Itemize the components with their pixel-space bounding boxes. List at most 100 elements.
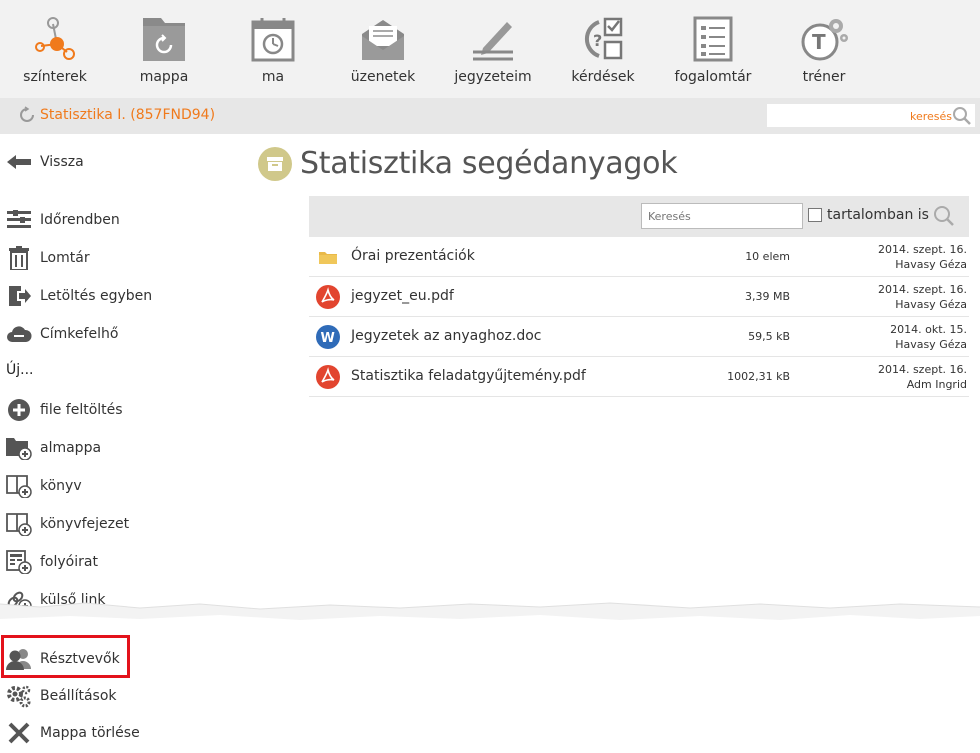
checklist-icon: ? <box>584 17 623 60</box>
nav-label: ma <box>261 69 285 85</box>
trash-icon <box>6 246 32 270</box>
sidebar-item-label: Időrendben <box>40 212 120 228</box>
sidebar-item-file-feltoltes[interactable]: file feltöltés <box>6 396 123 424</box>
sidebar-item-letoltes-egyben[interactable]: Letöltés egyben <box>6 282 152 310</box>
search-icon[interactable] <box>933 205 955 227</box>
close-icon <box>6 721 32 745</box>
file-date: 2014. szept. 16. <box>877 243 967 256</box>
file-owner: Havasy Géza <box>895 258 967 271</box>
nav-label: tréner <box>802 69 846 85</box>
sidebar-item-cimkefelho[interactable]: Címkefelhő <box>6 320 118 348</box>
nav-jegyzeteim[interactable]: jegyzeteim <box>438 0 548 98</box>
file-owner: Havasy Géza <box>895 298 967 311</box>
search-icon[interactable] <box>952 106 972 126</box>
trainer-icon: T <box>801 19 848 61</box>
file-date: 2014. szept. 16. <box>877 283 967 296</box>
folder-icon <box>143 18 185 61</box>
nav-label: mappa <box>139 69 189 85</box>
timeline-icon <box>6 208 32 232</box>
download-all-icon <box>6 284 32 308</box>
pdf-icon <box>316 365 340 389</box>
sidebar-item-label: Címkefelhő <box>40 326 119 342</box>
file-date: 2014. szept. 16. <box>877 363 967 376</box>
pdf-icon <box>316 285 340 309</box>
folder-add-icon <box>6 436 32 460</box>
breadcrumb-label: Statisztika I. (857FND94) <box>40 107 216 123</box>
file-name: jegyzet_eu.pdf <box>351 288 454 304</box>
nav-label: kérdések <box>571 69 635 85</box>
nav-uzenetek[interactable]: üzenetek <box>328 0 438 98</box>
word-icon: W <box>316 325 340 349</box>
sidebar-item-label: könyv <box>40 478 82 494</box>
nav-label: jegyzeteim <box>454 69 532 85</box>
refresh-icon <box>20 106 34 122</box>
nav-mappa[interactable]: mappa <box>109 0 219 98</box>
nav-szinterek[interactable]: színterek <box>0 0 110 98</box>
sidebar-item-folyoirat[interactable]: folyóirat <box>6 548 98 576</box>
new-heading: Új... <box>6 362 34 378</box>
top-navigation: színterek mappa ma üzenetek jegyzeteim ?… <box>0 0 980 98</box>
sidebar-item-idorendben[interactable]: Időrendben <box>6 206 120 234</box>
page-title: Statisztika segédanyagok <box>300 146 678 181</box>
nav-trener[interactable]: T tréner <box>769 0 879 98</box>
table-row[interactable]: jegyzet_eu.pdf 3,39 MB 2014. szept. 16. … <box>309 277 969 317</box>
pencil-icon <box>473 22 513 61</box>
glossary-icon <box>693 16 733 62</box>
breadcrumb[interactable]: Statisztika I. (857FND94) <box>18 106 215 124</box>
sidebar-item-label: file feltöltés <box>40 402 123 418</box>
users-icon <box>6 647 32 671</box>
top-search-input[interactable] <box>772 107 952 125</box>
file-search-input[interactable] <box>641 203 803 229</box>
sidebar-item-beallitasok[interactable]: Beállítások <box>6 682 117 710</box>
gears-icon <box>6 684 32 708</box>
folder-icon <box>319 252 337 264</box>
sidebar-item-label: Lomtár <box>40 250 90 266</box>
file-toolbar: tartalomban is <box>309 196 969 237</box>
file-size: 59,5 kB <box>748 330 790 343</box>
sidebar-item-label: Beállítások <box>40 688 117 704</box>
sidebar-item-lomtar[interactable]: Lomtár <box>6 244 90 272</box>
table-row[interactable]: Órai prezentációk 10 elem 2014. szept. 1… <box>309 237 969 277</box>
book-add-icon <box>6 474 32 498</box>
sidebar-item-konyvfejezet[interactable]: könyvfejezet <box>6 510 129 538</box>
back-link[interactable]: Vissza <box>6 148 84 176</box>
svg-text:W: W <box>321 331 335 346</box>
file-size: 1002,31 kB <box>727 370 790 383</box>
file-owner: Adm Ingrid <box>906 378 967 391</box>
sidebar-item-mappa-torlese[interactable]: Mappa törlése <box>6 719 140 747</box>
sidebar-item-label: könyvfejezet <box>40 516 130 532</box>
file-size: 3,39 MB <box>744 290 790 303</box>
sidebar-item-label: almappa <box>40 440 102 456</box>
nav-kerdesek[interactable]: ? kérdések <box>548 0 658 98</box>
journal-add-icon <box>6 550 32 574</box>
sidebar-item-label: Mappa törlése <box>40 725 140 741</box>
content-search-checkbox[interactable] <box>808 208 822 222</box>
nav-label: fogalomtár <box>674 69 752 85</box>
sidebar-item-almappa[interactable]: almappa <box>6 434 101 462</box>
table-row[interactable]: W Jegyzetek az anyaghoz.doc 59,5 kB 2014… <box>309 317 969 357</box>
svg-text:T: T <box>812 30 826 54</box>
nav-ma[interactable]: ma <box>218 0 328 98</box>
calendar-icon <box>251 18 295 62</box>
arrow-left-icon <box>6 150 32 174</box>
file-size: 10 elem <box>745 250 790 263</box>
page-header: Statisztika segédanyagok <box>258 146 678 181</box>
sidebar-item-label: Letöltés egyben <box>40 288 153 304</box>
table-row[interactable]: Statisztika feladatgyűjtemény.pdf 1002,3… <box>309 357 969 397</box>
network-icon <box>35 17 75 60</box>
tag-cloud-icon <box>6 322 32 346</box>
back-label: Vissza <box>40 154 84 170</box>
book-chapter-add-icon <box>6 512 32 536</box>
sidebar-item-label: Résztvevők <box>40 651 120 667</box>
nav-label: üzenetek <box>350 69 416 85</box>
sidebar-item-konyv[interactable]: könyv <box>6 472 82 500</box>
content-search-label: tartalomban is <box>827 207 929 223</box>
archive-box-icon <box>258 146 292 181</box>
file-date: 2014. okt. 15. <box>890 323 967 336</box>
top-search-box <box>767 104 975 127</box>
envelope-icon <box>362 20 404 60</box>
nav-label: színterek <box>23 69 87 85</box>
sidebar-item-resztvevok[interactable]: Résztvevők <box>6 645 120 673</box>
plus-circle-icon <box>6 398 32 422</box>
nav-fogalomtar[interactable]: fogalomtár <box>658 0 768 98</box>
